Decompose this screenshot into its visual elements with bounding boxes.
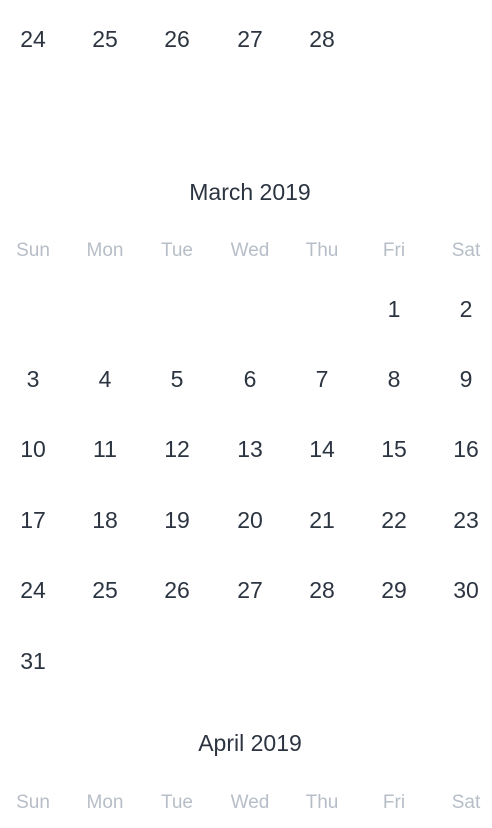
day-cell[interactable]: 14 (292, 434, 352, 464)
day-cell[interactable]: 6 (220, 364, 280, 394)
day-cell[interactable]: 12 (147, 434, 207, 464)
day-cell[interactable]: 10 (3, 434, 63, 464)
day-cell[interactable]: 26 (147, 24, 207, 54)
weekday-label: Fri (382, 792, 406, 813)
day-cell[interactable]: 5 (147, 364, 207, 394)
day-cell[interactable]: 28 (292, 575, 352, 605)
day-cell[interactable]: 25 (75, 24, 135, 54)
day-cell[interactable]: 19 (147, 505, 207, 535)
weekday-label: Sat (451, 792, 481, 813)
day-cell[interactable]: 26 (147, 575, 207, 605)
day-cell[interactable]: 24 (3, 575, 63, 605)
weekday-label: Sun (16, 792, 50, 813)
day-cell[interactable]: 15 (364, 434, 424, 464)
month-title-march: March 2019 (189, 179, 311, 205)
weekday-label: Wed (230, 240, 270, 261)
day-cell[interactable]: 20 (220, 505, 280, 535)
day-cell[interactable]: 13 (220, 434, 280, 464)
day-cell[interactable]: 21 (292, 505, 352, 535)
weekday-label: Thu (305, 240, 339, 261)
weekday-label: Sun (16, 240, 50, 261)
month-title-april: April 2019 (198, 730, 302, 756)
day-cell[interactable]: 4 (75, 364, 135, 394)
weekday-label: Thu (305, 792, 339, 813)
day-cell[interactable]: 7 (292, 364, 352, 394)
weekday-label: Mon (86, 240, 124, 261)
weekday-label: Mon (86, 792, 124, 813)
day-cell[interactable]: 27 (220, 24, 280, 54)
day-cell[interactable]: 27 (220, 575, 280, 605)
weekday-label: Fri (382, 240, 406, 261)
day-cell[interactable]: 3 (3, 364, 63, 394)
day-cell[interactable]: 23 (436, 505, 492, 535)
day-cell[interactable]: 9 (436, 364, 492, 394)
day-cell[interactable]: 2 (436, 294, 492, 324)
day-cell[interactable]: 24 (3, 24, 63, 54)
day-cell[interactable]: 1 (364, 294, 424, 324)
day-cell[interactable]: 25 (75, 575, 135, 605)
day-cell[interactable]: 18 (75, 505, 135, 535)
day-cell[interactable]: 22 (364, 505, 424, 535)
day-cell[interactable]: 8 (364, 364, 424, 394)
day-cell[interactable]: 16 (436, 434, 492, 464)
day-cell[interactable]: 29 (364, 575, 424, 605)
day-cell[interactable]: 30 (436, 575, 492, 605)
day-cell[interactable]: 28 (292, 24, 352, 54)
weekday-label: Sat (451, 240, 481, 261)
day-cell[interactable]: 31 (3, 646, 63, 676)
weekday-label: Tue (160, 792, 194, 813)
day-cell[interactable]: 17 (3, 505, 63, 535)
day-cell[interactable]: 11 (75, 434, 135, 464)
weekday-label: Wed (230, 792, 270, 813)
weekday-label: Tue (160, 240, 194, 261)
